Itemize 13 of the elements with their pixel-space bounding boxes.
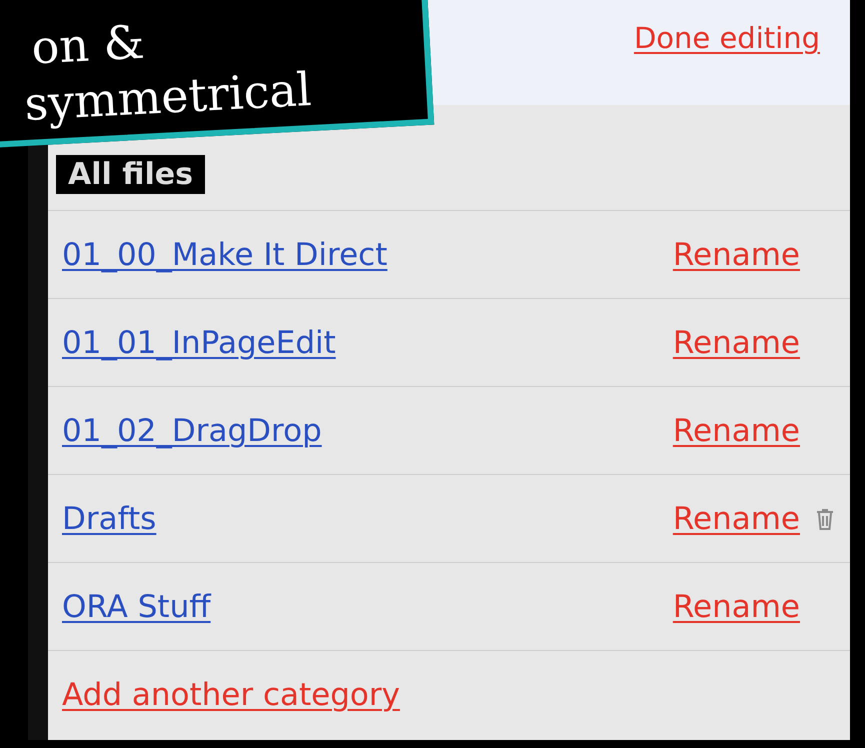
section-label: All files [56,155,205,194]
done-editing-link[interactable]: Done editing [634,20,820,54]
add-category-link[interactable]: Add another category [62,676,400,712]
category-link[interactable]: 01_02_DragDrop [62,412,673,448]
rename-link[interactable]: Rename [672,324,800,360]
rename-link[interactable]: Rename [672,412,800,448]
category-link[interactable]: 01_00_Make It Direct [62,236,673,272]
category-link[interactable]: ORA Stuff [62,588,673,624]
rename-link[interactable]: Rename [672,500,800,536]
rename-link[interactable]: Rename [672,588,800,624]
category-link[interactable]: Drafts [62,500,673,536]
category-link[interactable]: 01_01_InPageEdit [62,324,673,360]
rename-link[interactable]: Rename [672,236,800,272]
